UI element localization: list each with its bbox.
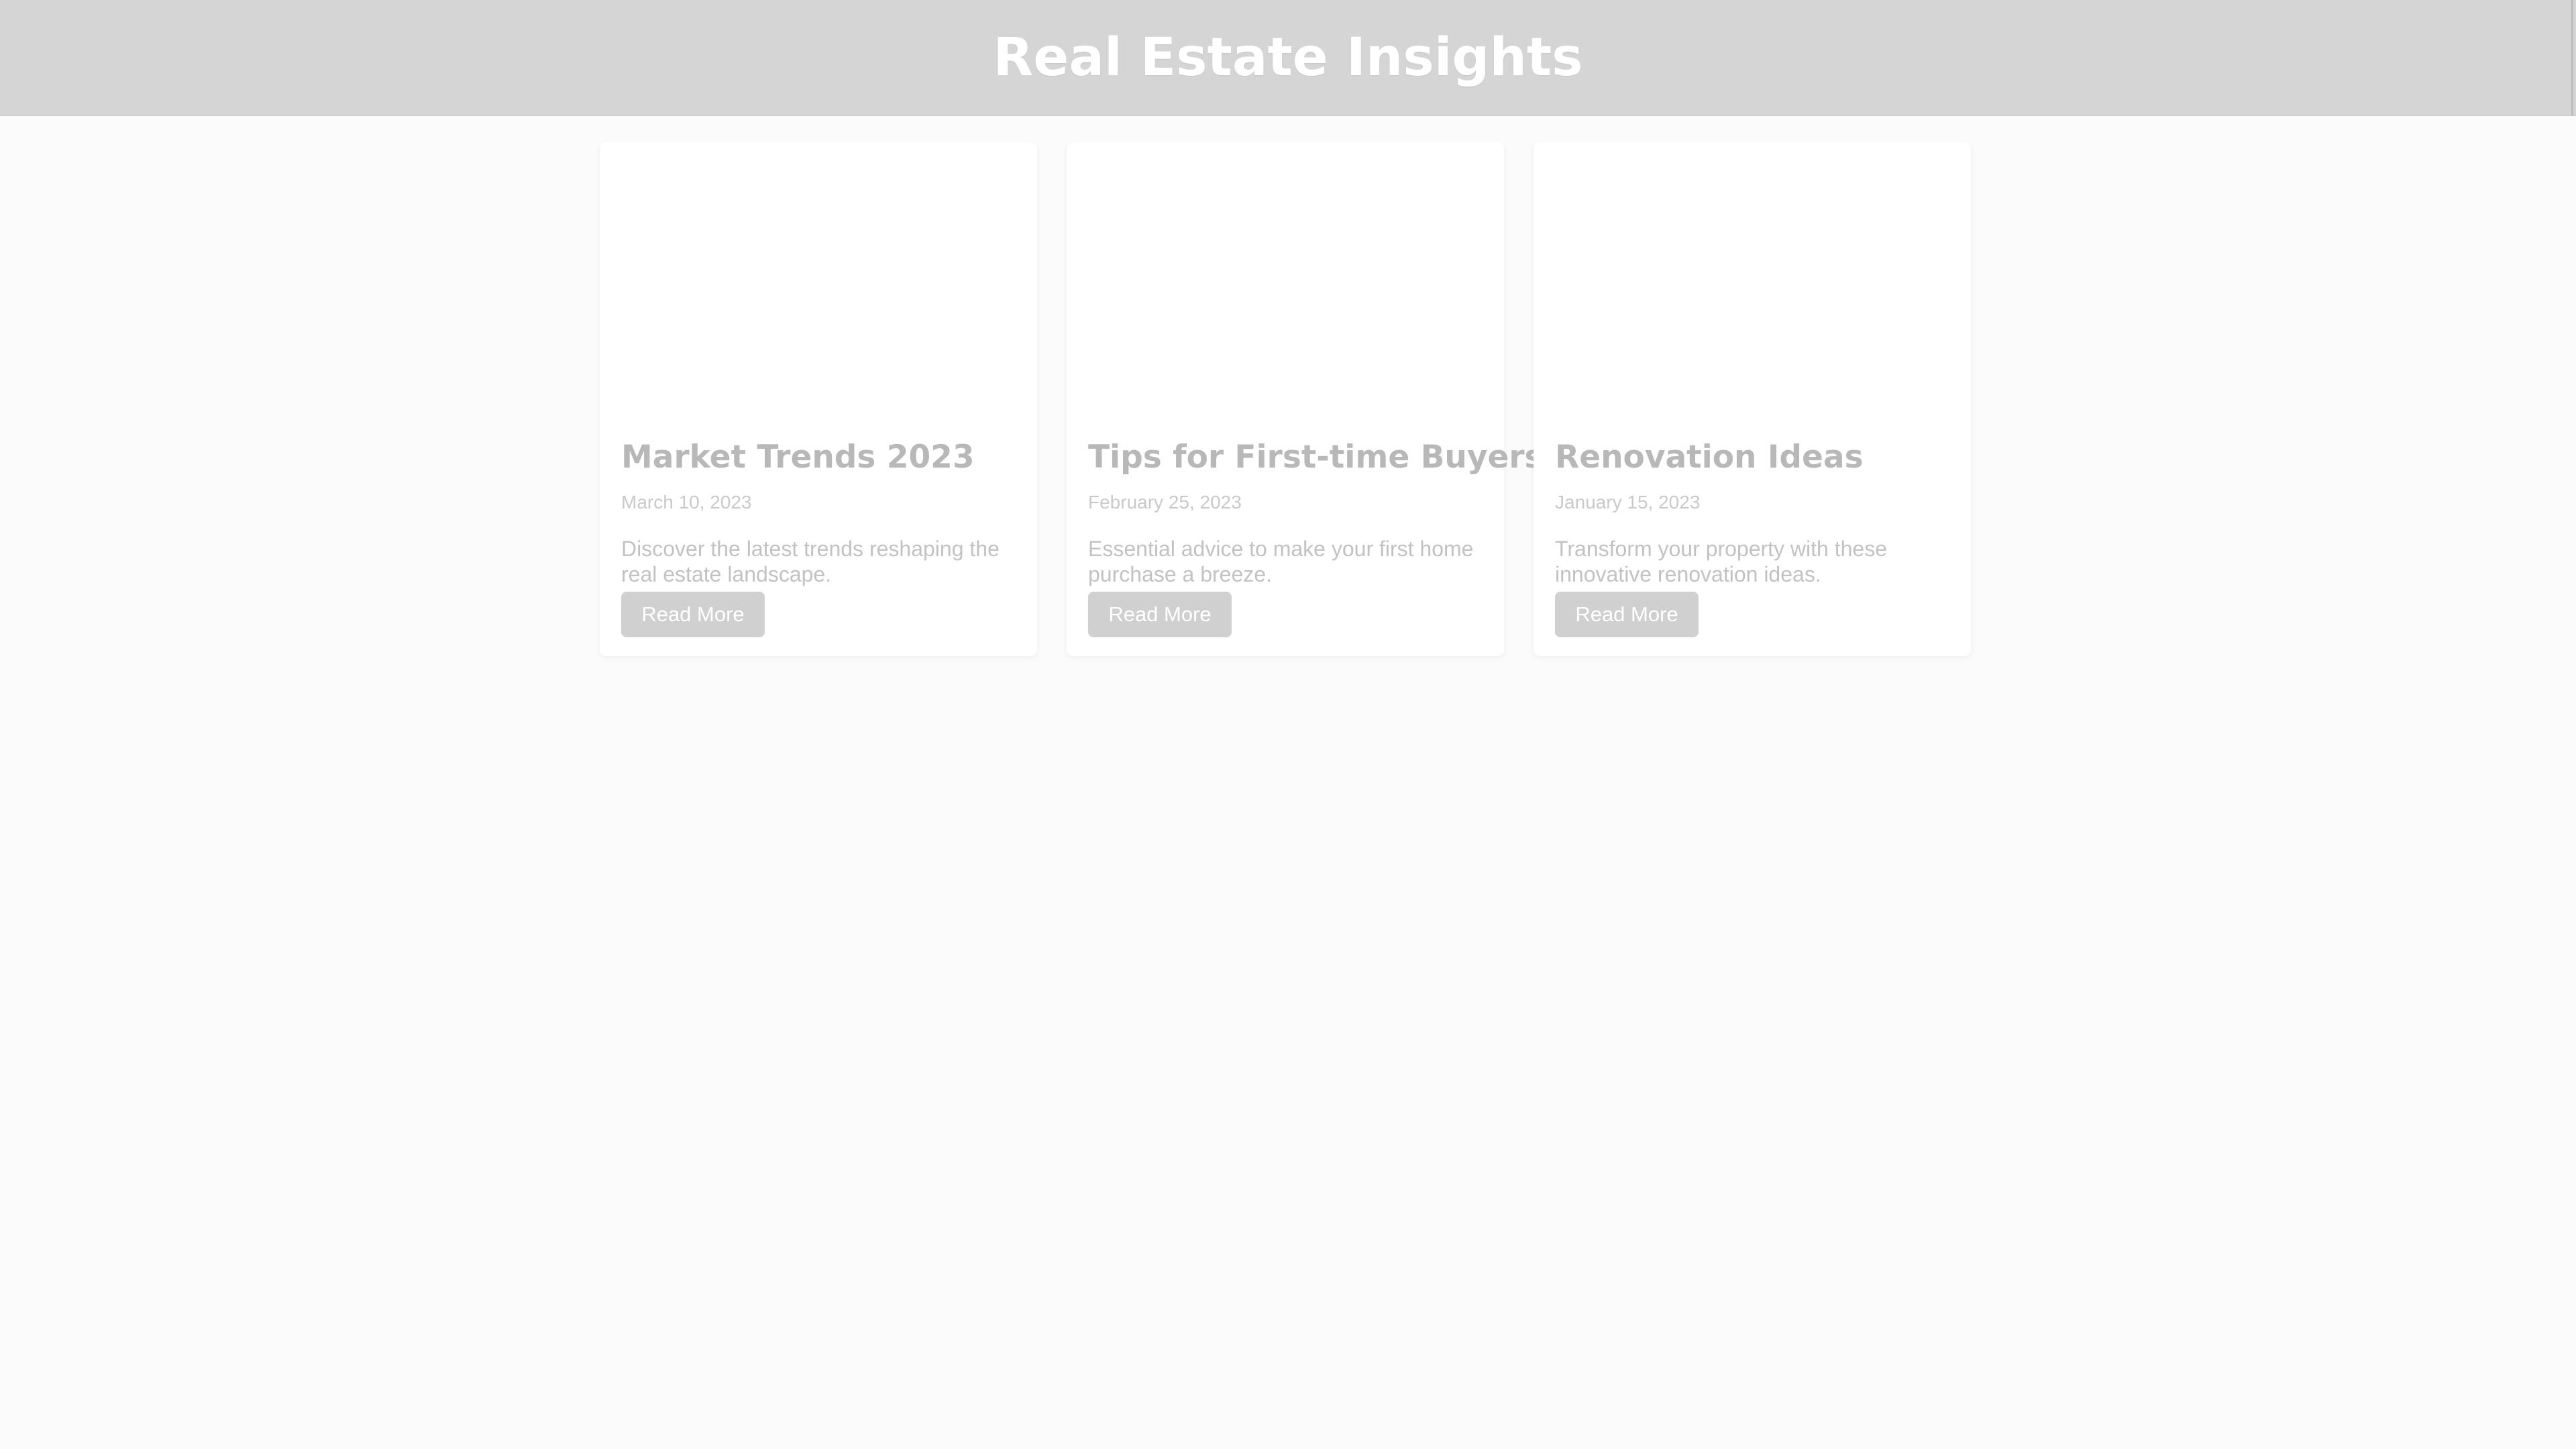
window-edge bbox=[2571, 0, 2573, 116]
read-more-button[interactable]: Read More bbox=[621, 592, 765, 637]
article-card-first-time-buyers: Tips for First-time Buyers February 25, … bbox=[1067, 142, 1544, 656]
article-card-body: Market Trends 2023 March 10, 2023 Discov… bbox=[600, 439, 1037, 587]
article-card-renovation-ideas: Renovation Ideas January 15, 2023 Transf… bbox=[1534, 142, 1971, 656]
article-title: Renovation Ideas bbox=[1555, 439, 1864, 476]
read-more-button[interactable]: Read More bbox=[1088, 592, 1232, 637]
article-date: January 15, 2023 bbox=[1555, 492, 1701, 513]
article-title: Market Trends 2023 bbox=[621, 439, 975, 476]
read-more-button[interactable]: Read More bbox=[1555, 592, 1699, 637]
article-card-body: Tips for First-time Buyers February 25, … bbox=[1067, 439, 1544, 587]
article-grid: Market Trends 2023 March 10, 2023 Discov… bbox=[600, 142, 1971, 656]
article-image-placeholder bbox=[600, 142, 1037, 411]
article-date: February 25, 2023 bbox=[1088, 492, 1242, 513]
article-image-placeholder bbox=[1067, 142, 1504, 411]
site-title: Real Estate Insights bbox=[993, 28, 1583, 88]
site-header: Real Estate Insights bbox=[0, 0, 2576, 116]
article-description: Essential advice to make your first home… bbox=[1088, 537, 1474, 586]
article-description: Discover the latest trends reshaping the… bbox=[621, 537, 1000, 586]
article-title: Tips for First-time Buyers bbox=[1088, 439, 1544, 476]
article-date: March 10, 2023 bbox=[621, 492, 752, 513]
article-card-body: Renovation Ideas January 15, 2023 Transf… bbox=[1534, 439, 1971, 587]
article-image-placeholder bbox=[1534, 142, 1971, 411]
article-card-market-trends: Market Trends 2023 March 10, 2023 Discov… bbox=[600, 142, 1037, 656]
article-description: Transform your property with these innov… bbox=[1555, 537, 1887, 586]
